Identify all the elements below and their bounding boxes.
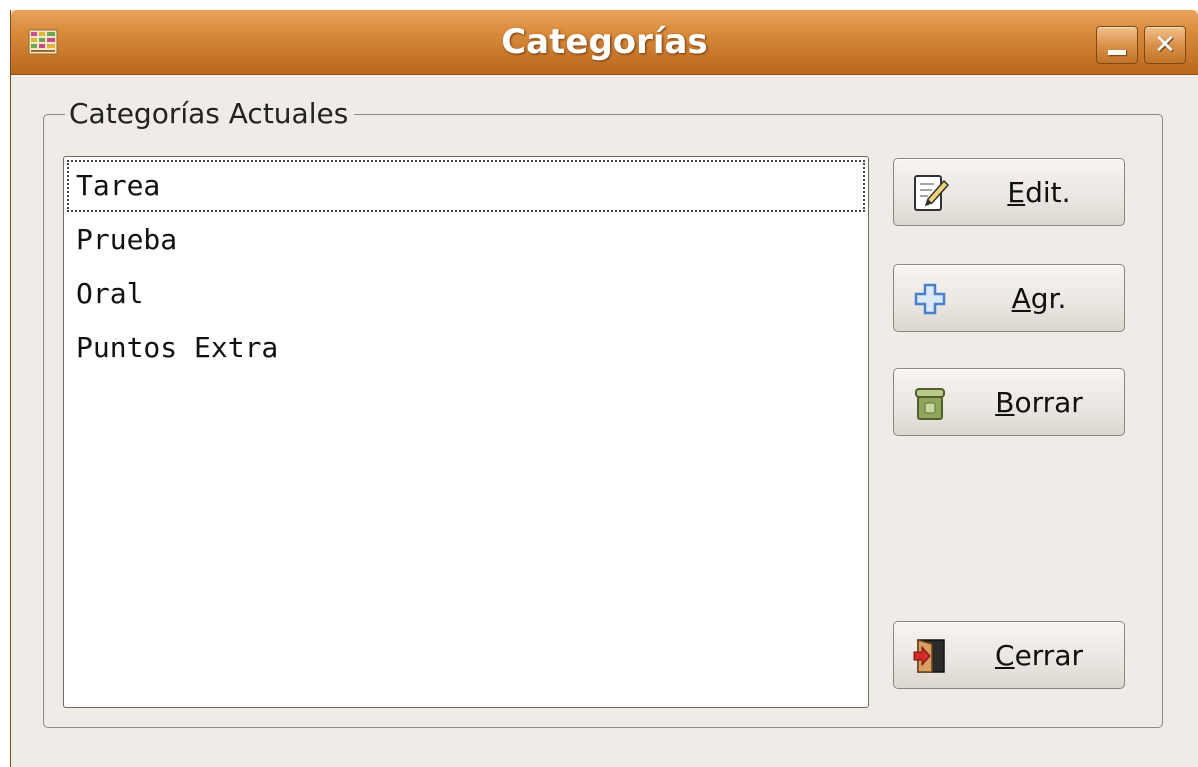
add-button[interactable]: Agr.: [893, 264, 1125, 332]
exit-door-icon: [913, 639, 945, 673]
delete-button[interactable]: Borrar: [893, 368, 1125, 436]
close-button[interactable]: Cerrar: [893, 621, 1125, 689]
close-window-button[interactable]: ✕: [1144, 26, 1186, 64]
title-bar[interactable]: Categorías ✕: [11, 10, 1198, 75]
add-mnemonic: A: [1011, 282, 1031, 315]
edit-button[interactable]: Edit.: [893, 158, 1125, 226]
delete-mnemonic: B: [995, 386, 1015, 419]
close-label: errar: [1014, 639, 1083, 672]
list-item[interactable]: Oral: [66, 267, 866, 321]
edit-document-icon: [914, 175, 950, 211]
categories-list[interactable]: Tarea Prueba Oral Puntos Extra: [63, 156, 869, 708]
frame-label: Categorías Actuales: [65, 96, 355, 132]
edit-label: dit.: [1025, 176, 1071, 209]
list-item[interactable]: Tarea: [66, 159, 866, 213]
close-mnemonic: C: [995, 639, 1015, 672]
delete-label: orrar: [1014, 386, 1083, 419]
minimize-button[interactable]: [1096, 26, 1138, 64]
categories-dialog: Categorías ✕ Categorías Actuales Tarea P…: [10, 10, 1198, 767]
add-label: gr.: [1030, 282, 1067, 315]
edit-mnemonic: E: [1007, 176, 1026, 209]
add-plus-icon: [914, 283, 946, 315]
minimize-icon: [1108, 49, 1126, 55]
list-item[interactable]: Puntos Extra: [66, 321, 866, 375]
window-title: Categorías: [501, 22, 708, 62]
trash-bin-icon: [915, 388, 945, 420]
close-icon: ✕: [1154, 30, 1176, 60]
list-item[interactable]: Prueba: [66, 213, 866, 267]
